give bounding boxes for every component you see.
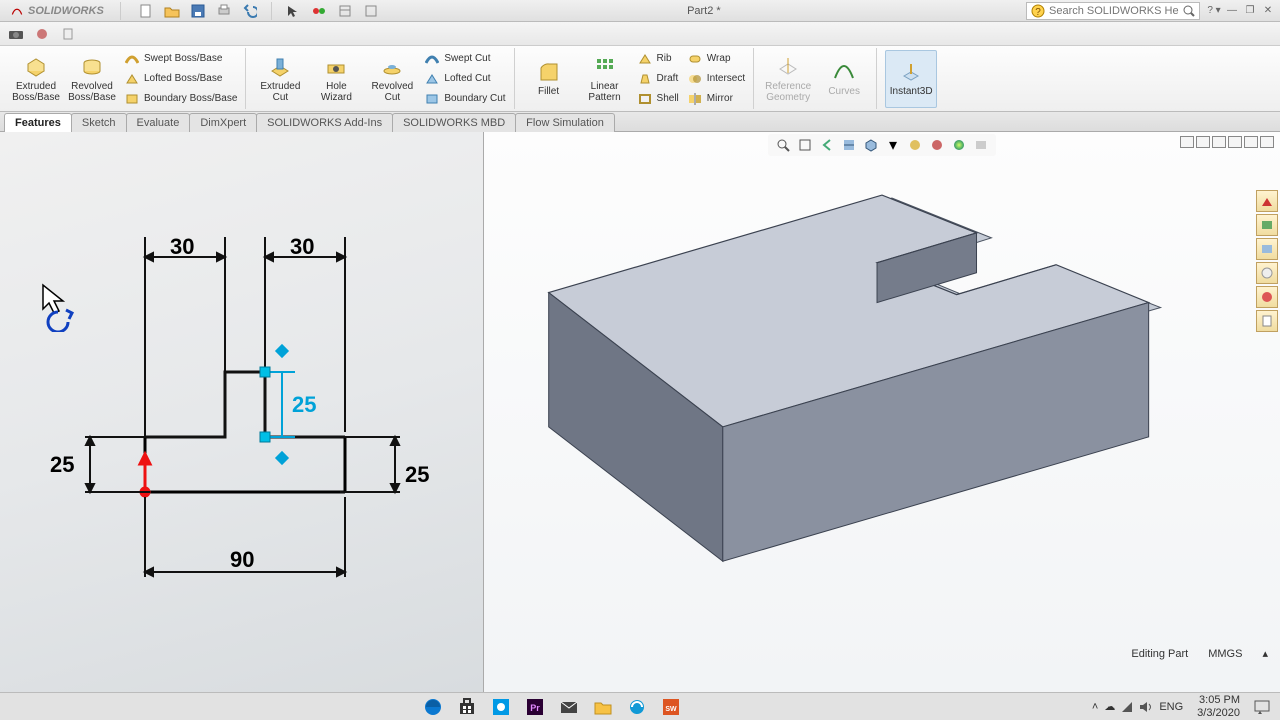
- app-logo: SOLIDWORKS: [0, 4, 114, 18]
- tray-network-icon[interactable]: [1121, 701, 1133, 713]
- record-settings-icon[interactable]: [32, 25, 52, 43]
- status-mode: Editing Part: [1131, 648, 1188, 660]
- dim-mid-selected[interactable]: 25: [292, 392, 316, 417]
- tab-features[interactable]: Features: [4, 113, 72, 132]
- taskbar-mail[interactable]: [556, 696, 582, 718]
- boundary-boss-button[interactable]: Boundary Boss/Base: [122, 90, 239, 107]
- swept-boss-button[interactable]: Swept Boss/Base: [122, 50, 239, 67]
- instant3d-button[interactable]: Instant3D: [885, 50, 937, 108]
- reference-geometry-button[interactable]: Reference Geometry: [762, 50, 814, 108]
- tray-volume-icon[interactable]: [1139, 701, 1153, 713]
- rebuild-button[interactable]: [360, 2, 382, 20]
- curves-button[interactable]: Curves: [818, 50, 870, 108]
- hole-wizard-button[interactable]: Hole Wizard: [310, 50, 362, 108]
- draft-button[interactable]: Draft: [635, 70, 681, 87]
- tab-flow[interactable]: Flow Simulation: [515, 113, 615, 132]
- taskbar-solidworks[interactable]: SW: [658, 696, 684, 718]
- new-doc-button[interactable]: [135, 2, 157, 20]
- camera-icon[interactable]: [6, 25, 26, 43]
- tab-addins[interactable]: SOLIDWORKS Add-Ins: [256, 113, 393, 132]
- macro-toolbar: [0, 22, 1280, 46]
- features-ribbon: Extruded Boss/Base Revolved Boss/Base Sw…: [0, 46, 1280, 112]
- save-button[interactable]: [187, 2, 209, 20]
- clipboard-icon[interactable]: [58, 25, 78, 43]
- tab-sketch[interactable]: Sketch: [71, 113, 127, 132]
- traffic-icon[interactable]: [308, 2, 330, 20]
- clock-date: 3/3/2020: [1197, 707, 1240, 719]
- taskbar-edge[interactable]: [420, 696, 446, 718]
- dim-right[interactable]: 25: [405, 462, 429, 487]
- system-tray[interactable]: ˄ ☁ ENG: [1092, 700, 1183, 713]
- clock-time: 3:05 PM: [1197, 694, 1240, 706]
- help-search-input[interactable]: [1049, 5, 1179, 17]
- svg-text:?: ?: [1035, 7, 1041, 18]
- intersect-button[interactable]: Intersect: [685, 70, 747, 87]
- lofted-cut-button[interactable]: Lofted Cut: [422, 70, 507, 87]
- dim-left[interactable]: 25: [50, 452, 74, 477]
- taskbar-store[interactable]: [454, 696, 480, 718]
- taskbar-premiere[interactable]: Pr: [522, 696, 548, 718]
- help-icon: ?: [1031, 4, 1045, 18]
- graphics-area[interactable]: ▾: [484, 132, 1280, 692]
- cursor-rotate-icon: [40, 282, 80, 332]
- mirror-button[interactable]: Mirror: [685, 90, 747, 107]
- search-icon[interactable]: [1183, 5, 1195, 17]
- model-render: [484, 132, 1280, 692]
- revolved-cut-button[interactable]: Revolved Cut: [366, 50, 418, 108]
- print-button[interactable]: [213, 2, 235, 20]
- options-button[interactable]: [334, 2, 356, 20]
- dim-top-right[interactable]: 30: [290, 234, 314, 259]
- dim-bottom[interactable]: 90: [230, 547, 254, 572]
- doc-title: Part2 *: [382, 5, 1026, 17]
- quick-access-toolbar: [127, 2, 382, 20]
- boundary-cut-button[interactable]: Boundary Cut: [422, 90, 507, 107]
- status-arrow-icon[interactable]: ▴: [1262, 647, 1268, 660]
- windows-taskbar: Pr SW ˄ ☁ ENG 3:05 PM 3/3/2020: [0, 692, 1280, 720]
- tab-mbd[interactable]: SOLIDWORKS MBD: [392, 113, 516, 132]
- extruded-cut-button[interactable]: Extruded Cut: [254, 50, 306, 108]
- swept-cut-button[interactable]: Swept Cut: [422, 50, 507, 67]
- tray-lang[interactable]: ENG: [1159, 701, 1183, 713]
- status-units[interactable]: MMGS: [1208, 648, 1242, 660]
- open-button[interactable]: [161, 2, 183, 20]
- tray-onedrive-icon[interactable]: ☁: [1104, 700, 1115, 713]
- command-tabs: Features Sketch Evaluate DimXpert SOLIDW…: [0, 112, 1280, 132]
- app-name: SOLIDWORKS: [28, 5, 104, 17]
- extruded-boss-button[interactable]: Extruded Boss/Base: [10, 50, 62, 108]
- lofted-boss-button[interactable]: Lofted Boss/Base: [122, 70, 239, 87]
- dim-top-left[interactable]: 30: [170, 234, 194, 259]
- help-dropdown[interactable]: ? ▾: [1206, 4, 1222, 18]
- status-bar: Editing Part MMGS ▴: [1127, 645, 1272, 662]
- rib-button[interactable]: Rib: [635, 50, 681, 67]
- shell-button[interactable]: Shell: [635, 90, 681, 107]
- revolved-boss-button[interactable]: Revolved Boss/Base: [66, 50, 118, 108]
- tab-dimxpert[interactable]: DimXpert: [189, 113, 257, 132]
- sketch-drawing: 30 30: [30, 232, 450, 652]
- sketch-pane[interactable]: 30 30: [0, 132, 484, 692]
- tab-evaluate[interactable]: Evaluate: [126, 113, 191, 132]
- linear-pattern-button[interactable]: Linear Pattern: [579, 50, 631, 108]
- titlebar: SOLIDWORKS Part2 * ? ? ▾ — ❐ ✕: [0, 0, 1280, 22]
- action-center-icon[interactable]: [1254, 700, 1270, 714]
- taskbar-settings[interactable]: [624, 696, 650, 718]
- select-button[interactable]: [282, 2, 304, 20]
- help-search[interactable]: ?: [1026, 2, 1200, 20]
- wrap-button[interactable]: Wrap: [685, 50, 747, 67]
- taskbar-explorer[interactable]: [590, 696, 616, 718]
- maximize-button[interactable]: ❐: [1242, 4, 1258, 18]
- taskbar-photos[interactable]: [488, 696, 514, 718]
- fillet-button[interactable]: Fillet: [523, 50, 575, 108]
- svg-text:SW: SW: [665, 706, 677, 713]
- minimize-button[interactable]: —: [1224, 4, 1240, 18]
- svg-text:Pr: Pr: [530, 703, 540, 713]
- tray-expand-icon[interactable]: ˄: [1092, 701, 1098, 713]
- taskbar-clock[interactable]: 3:05 PM 3/3/2020: [1197, 694, 1240, 718]
- close-button[interactable]: ✕: [1260, 4, 1276, 18]
- undo-button[interactable]: [239, 2, 261, 20]
- window-controls: ? ▾ — ❐ ✕: [1206, 4, 1280, 18]
